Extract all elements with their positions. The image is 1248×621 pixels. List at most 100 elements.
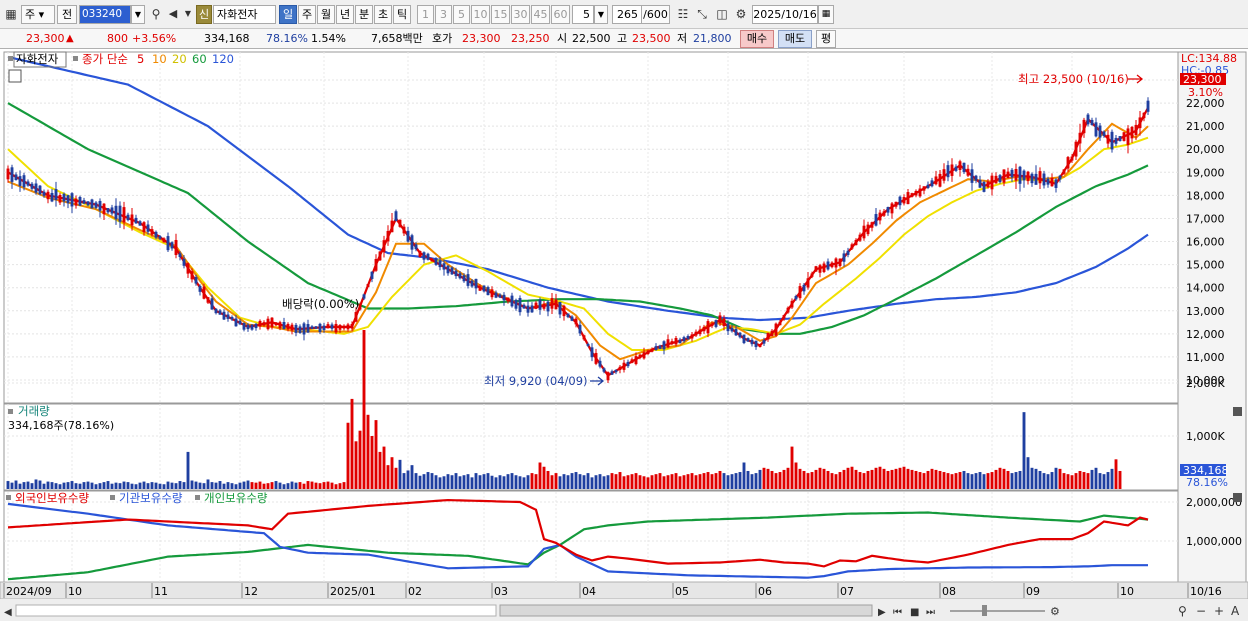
volume-bar [902,466,906,489]
search-icon[interactable]: ⚲ [148,6,164,22]
candle-body [258,320,262,327]
calendar-icon[interactable]: ▦ [818,5,834,24]
market-label: 주 [25,8,36,21]
scroll-right-icon[interactable]: ▶ [878,607,886,618]
font-icon[interactable]: A [1231,604,1240,618]
volume-bar [538,462,542,489]
volume-bar [138,482,142,489]
volume-bar [978,472,982,489]
unit-input[interactable]: 5 [572,5,594,24]
scrollbar-track[interactable] [15,604,497,617]
volume-bar [1098,473,1102,489]
period-tab-2[interactable]: 월 [317,5,335,24]
draw-tool-icon[interactable]: ⤡ [694,6,710,22]
period-tab-1[interactable]: 주 [298,5,316,24]
candle-body [858,234,862,241]
volume-bar [430,473,434,489]
volume-bar [98,483,102,489]
first-page-icon[interactable]: ⏮ [893,607,902,618]
scroll-left-icon[interactable]: ◀ [4,607,12,618]
gear-icon[interactable]: ⚙ [733,6,749,22]
tools-icon[interactable]: ⚙ [1050,605,1060,618]
volume-bar [934,469,938,489]
volume-bar [458,476,462,489]
chevron-down-icon[interactable]: ▼ [180,6,196,22]
volume-bar [870,469,874,489]
period-tab-0[interactable]: 일 [279,5,297,24]
interval-button-45[interactable]: 45 [531,5,550,24]
chart-area[interactable]: 10,000 11,000 12,000 13,000 14,000 15,000 16,0… [0,50,1248,621]
market-select[interactable]: 주 ▾ [21,5,55,24]
grid-toggle-icon[interactable] [8,69,22,83]
zoom-slider-handle[interactable] [982,605,987,616]
zoom-search-icon[interactable]: ⚲ [1178,604,1187,618]
candle-settings-icon[interactable]: ☷ [675,6,691,22]
volume-bar [954,473,958,489]
x-tick-label: 2025/01 [330,585,376,598]
buy-button[interactable]: 매수 [740,30,774,48]
save-icon[interactable]: ◫ [714,6,730,22]
candle-body [1066,157,1070,169]
interval-button-3[interactable]: 3 [435,5,452,24]
count-input[interactable]: 265 [612,5,642,24]
candle-body [86,201,90,206]
period-tab-5[interactable]: 초 [374,5,392,24]
zoom-out-icon[interactable]: − [1196,604,1206,618]
stop-icon[interactable]: ■ [910,607,919,618]
volume-bar [14,480,18,489]
holding-tick-label: 1,000,000 [1186,535,1242,548]
interval-button-30[interactable]: 30 [511,5,530,24]
interval-button-15[interactable]: 15 [491,5,510,24]
volume-close-icon[interactable] [1233,407,1242,416]
candle-body [1046,178,1050,185]
interval-button-5[interactable]: 5 [453,5,470,24]
unit-dropdown-icon[interactable]: ▼ [594,5,608,24]
candle-body [26,181,30,186]
period-tab-4[interactable]: 분 [355,5,373,24]
volume-bar [726,475,730,489]
volume-bar [526,475,530,489]
candle-body [146,224,150,232]
candle-body [210,298,214,310]
candle-body [1102,131,1106,137]
date-input[interactable]: 2025/10/16 [752,5,818,24]
volume-tick-label: 2,000K [1186,377,1225,390]
volume-bar [414,473,418,489]
period-tab-6[interactable]: 틱 [393,5,411,24]
candle-body [1018,166,1022,184]
volume-bar [662,476,666,489]
period-tab-3[interactable]: 년 [336,5,354,24]
zoom-in-icon[interactable]: + [1214,604,1224,618]
holding-close-icon[interactable] [1233,493,1242,502]
candle-body [1050,177,1054,187]
volume-bar [102,482,106,489]
volume-bar [22,482,26,489]
scrollbar-thumb[interactable] [499,604,873,617]
candle-body [438,260,442,268]
evaluate-button[interactable]: 평 [816,30,836,48]
candle-body [854,239,858,246]
speaker-icon[interactable]: ◀ [165,6,181,22]
prefix-button[interactable]: 전 [57,5,77,24]
candle-body [646,350,650,354]
candle-body [982,182,986,192]
volume-bar [202,483,206,489]
window-icon[interactable]: ▦ [3,6,19,22]
volume-bar [18,483,22,489]
interval-button-10[interactable]: 10 [471,5,490,24]
last-page-icon[interactable]: ⏭ [926,607,935,618]
volume-bar [346,422,350,489]
sell-button[interactable]: 매도 [778,30,812,48]
candle-body [630,359,634,363]
stock-code-input[interactable]: 033240 [79,5,131,24]
price-change: 800 [107,32,128,45]
interval-button-60[interactable]: 60 [551,5,570,24]
code-dropdown-icon[interactable]: ▼ [131,5,145,24]
interval-button-1[interactable]: 1 [417,5,434,24]
volume-bar [670,474,674,489]
volume-bar [618,472,622,489]
chart-canvas[interactable]: 10,00011,00012,00013,00014,00015,00016,0… [0,50,1248,621]
candle-body [214,308,218,314]
candle-body [654,346,658,350]
price-tick-label: 20,000 [1186,143,1225,156]
